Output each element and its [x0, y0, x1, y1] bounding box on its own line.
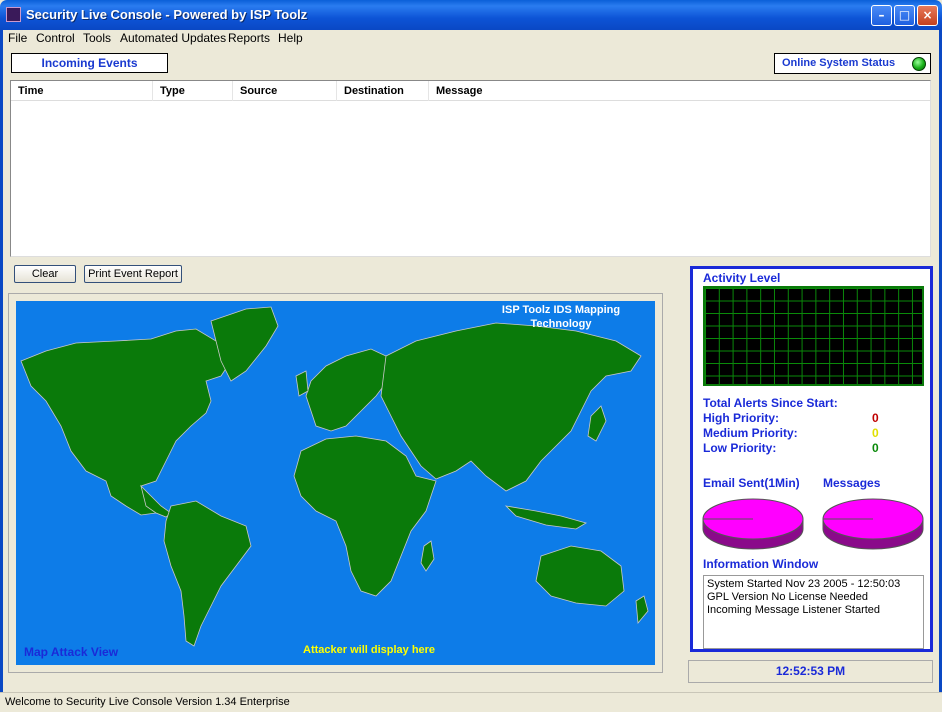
continent-asia — [380, 322, 642, 492]
minimize-button[interactable]: – — [871, 5, 892, 26]
world-map[interactable]: ISP Toolz IDS Mapping Technology Map Att… — [16, 301, 655, 665]
email-sent-label: Email Sent(1Min) — [703, 476, 800, 490]
column-destination[interactable]: Destination — [337, 81, 429, 101]
continent-australia — [535, 545, 625, 607]
minimize-icon: – — [878, 8, 885, 22]
menu-automated-updates[interactable]: Automated Updates — [120, 31, 226, 45]
continent-indonesia — [504, 505, 588, 530]
column-time[interactable]: Time — [11, 81, 153, 101]
column-type[interactable]: Type — [153, 81, 233, 101]
continent-japan — [587, 405, 607, 442]
medium-priority-value: 0 — [872, 426, 879, 440]
online-status-label: Online System Status — [782, 57, 896, 69]
menu-bar: File Control Tools Automated Updates Rep… — [4, 30, 938, 48]
map-title: ISP Toolz IDS Mapping Technology — [501, 304, 621, 330]
info-line: Incoming Message Listener Started — [707, 604, 881, 616]
total-alerts-label: Total Alerts Since Start: — [703, 396, 838, 410]
continent-europe — [305, 348, 392, 432]
online-system-status: Online System Status — [774, 53, 931, 74]
print-event-report-button[interactable]: Print Event Report — [84, 265, 182, 283]
menu-file[interactable]: File — [8, 31, 27, 45]
messages-label: Messages — [823, 476, 881, 490]
medium-priority-label: Medium Priority: — [703, 426, 798, 440]
clock: 12:52:53 PM — [688, 660, 933, 683]
status-bar: Welcome to Security Live Console Version… — [0, 692, 942, 712]
continent-africa — [293, 435, 437, 597]
messages-pie — [822, 498, 924, 550]
world-map-graphic — [20, 306, 649, 647]
low-priority-label: Low Priority: — [703, 441, 777, 455]
menu-help[interactable]: Help — [278, 31, 303, 45]
close-button[interactable]: × — [917, 5, 938, 26]
stats-panel: Activity Level Total Alerts Since Start:… — [690, 266, 933, 652]
menu-tools[interactable]: Tools — [83, 31, 111, 45]
clear-button[interactable]: Clear — [14, 265, 76, 283]
information-window[interactable]: System Started Nov 23 2005 - 12:50:03 GP… — [703, 575, 924, 649]
activity-level-graph — [703, 286, 924, 386]
map-attack-view-label: Map Attack View — [24, 645, 119, 659]
maximize-icon: □ — [898, 8, 911, 22]
high-priority-value: 0 — [872, 411, 879, 425]
window-border-left — [0, 30, 3, 712]
email-sent-pie — [702, 498, 804, 550]
attacker-display-text: Attacker will display here — [303, 644, 436, 656]
menu-control[interactable]: Control — [36, 31, 75, 45]
events-header: Time Type Source Destination Message — [11, 81, 930, 101]
close-icon: × — [922, 8, 933, 22]
activity-level-label: Activity Level — [703, 271, 781, 285]
continent-new-zealand — [635, 595, 649, 624]
column-message[interactable]: Message — [429, 81, 930, 101]
continent-madagascar — [420, 540, 435, 572]
continent-uk — [295, 370, 309, 397]
info-line: GPL Version No License Needed — [707, 591, 869, 603]
title-bar[interactable]: Security Live Console - Powered by ISP T… — [0, 0, 942, 30]
info-line: System Started Nov 23 2005 - 12:50:03 — [707, 578, 901, 590]
menu-reports[interactable]: Reports — [228, 31, 270, 45]
incoming-events-label: Incoming Events — [11, 53, 168, 73]
maximize-button[interactable]: □ — [894, 5, 915, 26]
app-icon — [6, 7, 21, 22]
window-title: Security Live Console - Powered by ISP T… — [26, 7, 308, 22]
events-list[interactable]: Time Type Source Destination Message — [10, 80, 931, 257]
continent-north-america — [20, 328, 232, 516]
information-window-label: Information Window — [703, 557, 819, 571]
continent-south-america — [163, 500, 252, 647]
column-source[interactable]: Source — [233, 81, 337, 101]
low-priority-value: 0 — [872, 441, 879, 455]
status-indicator-icon — [912, 57, 926, 71]
high-priority-label: High Priority: — [703, 411, 780, 425]
